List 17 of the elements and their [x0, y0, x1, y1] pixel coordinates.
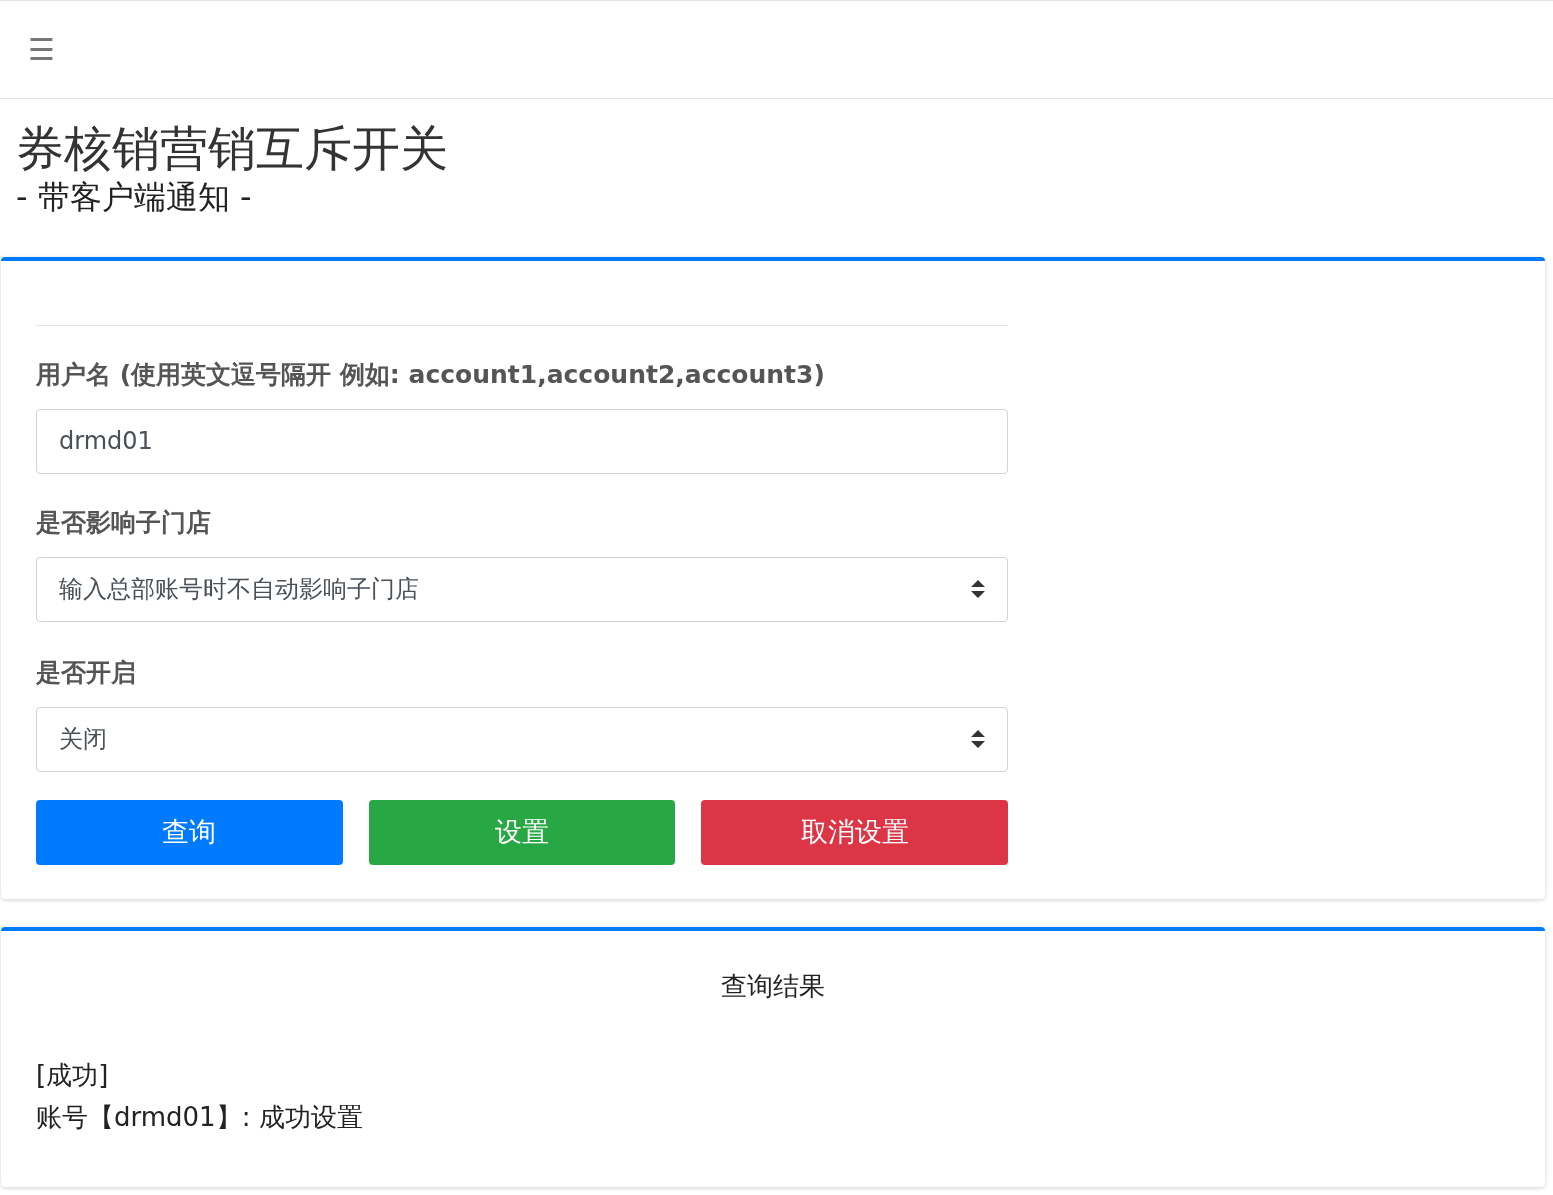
- result-text: [成功]: [36, 1058, 110, 1092]
- action-button[interactable]: 查询: [36, 799, 343, 865]
- menu-button[interactable]: ☰: [28, 34, 55, 65]
- select-dropdown[interactable]: 关闭: [36, 706, 1008, 772]
- page-subtitle: - 带客户端通知 -: [16, 178, 253, 217]
- select-dropdown[interactable]: 输入总部账号时不自动影响子门店: [36, 556, 1008, 622]
- caret-icon: [971, 580, 985, 599]
- field-label: 是否开启: [36, 656, 137, 689]
- field-label: 是否影响子门店: [36, 506, 212, 539]
- action-button[interactable]: 取消设置: [701, 799, 1008, 865]
- action-button[interactable]: 设置: [368, 799, 676, 865]
- input-field[interactable]: drmd01: [36, 408, 1008, 474]
- result-text: 账号【drmd01】: 成功设置: [36, 1100, 364, 1134]
- result-title: 查询结果: [720, 969, 826, 1003]
- page-title: 券核销营销互斥开关: [16, 121, 449, 177]
- caret-icon: [971, 730, 985, 749]
- field-label: 用户名 (使用英文逗号隔开 例如: account1,account2,account3): [36, 358, 826, 391]
